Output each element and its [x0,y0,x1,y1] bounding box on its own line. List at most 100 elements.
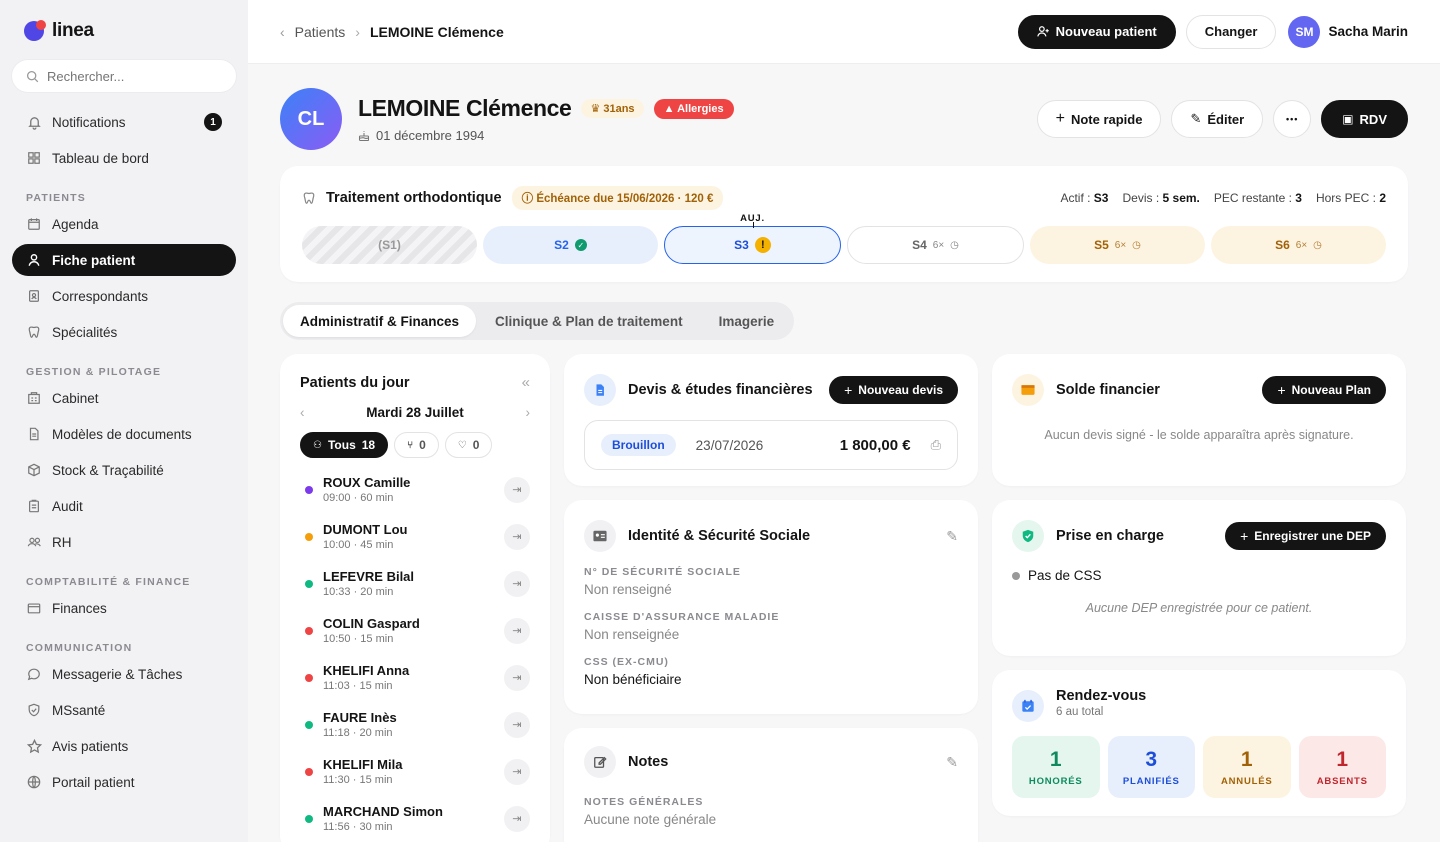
patient-row-name: FAURE Inès [323,710,397,725]
new-patient-button[interactable]: Nouveau patient [1017,14,1176,49]
user-icon [26,252,42,268]
list-item[interactable]: KHELIFI Mila 11:30 · 15 min ⇥ [300,748,530,795]
more-options-button[interactable]: ••• [1273,100,1312,138]
stage-s6[interactable]: S6 6× ◷ [1211,226,1386,264]
open-patient-icon[interactable]: ⇥ [504,570,530,597]
sidebar-item-stock[interactable]: Stock & Traçabilité [12,454,236,486]
brand[interactable]: linea [12,18,236,44]
sidebar-item-label: Tableau de bord [52,150,149,166]
stage-s1[interactable]: (S1) [302,226,477,264]
box-icon [26,462,42,478]
patient-row-name: KHELIFI Anna [323,663,410,678]
notification-count-badge: 1 [204,113,222,131]
open-patient-icon[interactable]: ⇥ [504,711,530,738]
stage-count: 6× [1295,239,1308,251]
sidebar-item-label: Fiche patient [52,252,136,268]
filter-all[interactable]: ⚇ Tous 18 [300,432,389,458]
appointment-stat-tile[interactable]: 3 PLANIFIÉS [1107,736,1195,798]
patient-row-name: MARCHAND Simon [323,804,443,819]
day-patients-panel: Patients du jour « ‹ Mardi 28 Juillet › … [280,354,550,842]
sidebar-item-cabinet[interactable]: Cabinet [12,382,236,414]
sidebar-item-finances[interactable]: Finances [12,592,236,624]
field-value: Non renseigné [584,582,672,597]
sidebar-item-agenda[interactable]: Agenda [12,208,236,240]
open-patient-icon[interactable]: ⇥ [504,664,530,691]
sidebar-item-reviews[interactable]: Avis patients [12,730,236,762]
tab-clinical[interactable]: Clinique & Plan de traitement [478,305,700,337]
switch-patient-button[interactable]: Changer [1185,14,1277,49]
sidebar-item-patient-file[interactable]: Fiche patient [12,244,236,276]
tab-admin-finances[interactable]: Administratif & Finances [283,305,477,337]
list-item[interactable]: FAURE Inès 11:18 · 20 min ⇥ [300,701,530,748]
user-menu[interactable]: SM Sacha Marin [1288,15,1408,48]
list-item[interactable]: MARCHAND Simon 11:56 · 30 min ⇥ [300,795,530,842]
search-input[interactable] [47,68,227,84]
stage-s5[interactable]: S5 6× ◷ [1030,226,1205,264]
today-marker-line [752,222,754,228]
collapse-icon[interactable]: « [522,374,530,391]
status-dot [305,626,313,635]
appointments-total: 6 au total [1056,706,1104,718]
quote-row[interactable]: Brouillon 23/07/2026 1 800,00 € ⎙ [584,420,958,470]
open-patient-icon[interactable]: ⇥ [504,476,530,503]
open-patient-icon[interactable]: ⇥ [504,805,530,832]
rdv-button[interactable]: ▣ RDV [1321,100,1408,138]
list-item[interactable]: KHELIFI Anna 11:03 · 15 min ⇥ [300,654,530,701]
status-dot [305,767,313,776]
sidebar-item-mssante[interactable]: MSsanté [12,694,236,726]
edit-pencil-icon[interactable]: ✎ [946,754,958,771]
stage-s4[interactable]: S4 6× ◷ [847,226,1024,264]
next-day-icon[interactable]: › [525,405,530,420]
sidebar-item-templates[interactable]: Modèles de documents [12,418,236,450]
open-patient-icon[interactable]: ⇥ [504,523,530,550]
register-dep-button[interactable]: + Enregistrer une DEP [1225,522,1386,550]
edit-pencil-icon[interactable]: ✎ [946,528,958,545]
sidebar-item-audit[interactable]: Audit [12,490,236,522]
sidebar-item-hr[interactable]: RH [12,526,236,558]
calendar-icon: ▣ [1342,112,1354,126]
allergy-badge[interactable]: ▲ Allergies [653,98,734,119]
new-quote-button[interactable]: + Nouveau devis [829,376,958,404]
chevron-right-icon: › [355,23,360,40]
new-plan-button[interactable]: + Nouveau Plan [1262,376,1386,404]
tooth-icon: ♡ [457,439,467,451]
sidebar-item-correspondents[interactable]: Correspondants [12,280,236,312]
edit-button[interactable]: ✎ Éditer [1171,100,1264,138]
sidebar-item-specialties[interactable]: Spécialités [12,316,236,348]
prev-day-icon[interactable]: ‹ [300,405,305,420]
list-item[interactable]: LEFEVRE Bilal 10:33 · 20 min ⇥ [300,560,530,607]
user-plus-icon [1036,26,1049,37]
list-item[interactable]: COLIN Gaspard 10:50 · 15 min ⇥ [300,607,530,654]
stage-s3[interactable]: AUJ. S3! [664,213,841,264]
patient-row-name: KHELIFI Mila [323,757,403,772]
quick-note-button[interactable]: + Note rapide [1036,100,1162,138]
day-patients-title: Patients du jour [300,374,410,391]
patient-avatar: CL [280,88,342,150]
balance-message: Aucun devis signé - le solde apparaîtra … [1044,428,1354,442]
appointment-stat-tile[interactable]: 1 ANNULÉS [1203,736,1291,798]
open-patient-icon[interactable]: ⇥ [504,758,530,785]
stage-timeline: (S1) S2 ✓ AUJ. S3! S4 6× ◷ S5 6× ◷ S6 6× ◷ [302,213,1386,264]
sidebar-item-patient-portal[interactable]: Portail patient [12,766,236,798]
list-item[interactable]: DUMONT Lou 10:00 · 45 min ⇥ [300,513,530,560]
sidebar-item-label: MSsanté [52,702,106,718]
filter-chair[interactable]: ⑂ 0 [394,432,439,458]
list-item[interactable]: ROUX Camille 09:00 · 60 min ⇥ [300,466,530,513]
pencil-icon: ✎ [1190,111,1202,126]
breadcrumb-parent[interactable]: Patients [295,24,346,40]
appointment-stat-tile[interactable]: 1 HONORÉS [1012,736,1100,798]
open-patient-icon[interactable]: ⇥ [504,617,530,644]
appointment-stats: 1 HONORÉS 3 PLANIFIÉS 1 ANNULÉS 1 ABSENTS [1012,736,1386,798]
status-dot [1012,571,1020,580]
print-icon[interactable]: ⎙ [931,437,941,453]
sidebar-item-notifications[interactable]: Notifications 1 [12,106,236,138]
tab-imaging[interactable]: Imagerie [702,305,792,337]
back-chevron-icon[interactable]: ‹ [280,24,285,40]
sidebar-item-dashboard[interactable]: Tableau de bord [12,142,236,174]
search-box[interactable] [12,60,236,92]
stage-s2[interactable]: S2 ✓ [483,226,658,264]
stat-count: 1 [1240,747,1253,771]
appointment-stat-tile[interactable]: 1 ABSENTS [1298,736,1386,798]
filter-tooth[interactable]: ♡ 0 [444,432,493,458]
sidebar-item-messaging[interactable]: Messagerie & Tâches [12,658,236,690]
